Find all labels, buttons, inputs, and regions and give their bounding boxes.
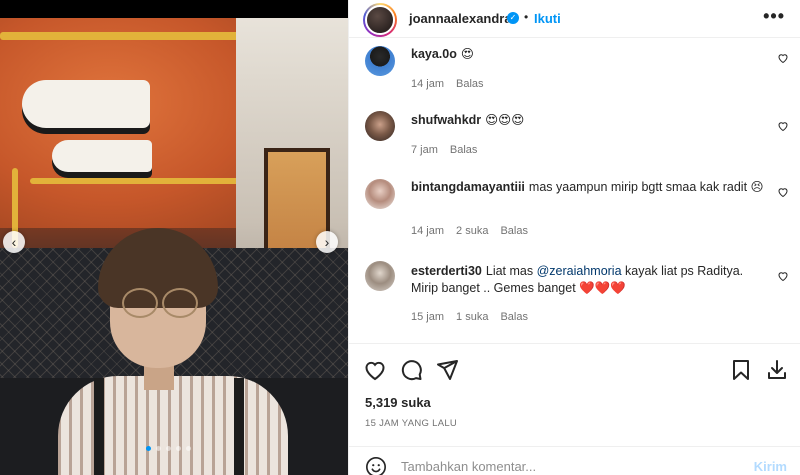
comment-time[interactable]: 7 jam bbox=[411, 144, 438, 156]
comment-text: Liat mas bbox=[485, 264, 537, 278]
comment-meta: 14 jam 2 suka Balas bbox=[411, 225, 528, 237]
share-paper-plane-icon[interactable] bbox=[435, 358, 459, 382]
emoji-smiley-icon[interactable] bbox=[365, 456, 387, 475]
comment-meta: 15 jam 1 suka Balas bbox=[411, 311, 528, 323]
like-comment-heart-icon[interactable] bbox=[777, 120, 789, 132]
carousel-dot bbox=[146, 446, 151, 451]
comment-body: bintangdamayantiii mas yaampun mirip bgtt… bbox=[411, 179, 771, 196]
person-bag-strap bbox=[94, 378, 104, 475]
comment-body: shufwahkdr 😍😍😍 bbox=[411, 112, 771, 129]
next-slide-button[interactable]: › bbox=[316, 231, 338, 253]
post-panel: joannaalexandra ✓ • Ikuti ••• kaya.0o 😍 1… bbox=[348, 0, 800, 475]
like-comment-heart-icon[interactable] bbox=[777, 270, 789, 282]
comment-username[interactable]: shufwahkdr bbox=[411, 113, 481, 127]
post-photo bbox=[0, 18, 348, 475]
post-header: joannaalexandra ✓ • Ikuti ••• bbox=[349, 0, 800, 38]
verified-badge-icon: ✓ bbox=[507, 12, 519, 24]
more-options-icon[interactable]: ••• bbox=[763, 6, 785, 27]
person-bag-strap bbox=[234, 378, 244, 475]
comment-time[interactable]: 15 jam bbox=[411, 311, 444, 323]
photo-lamp bbox=[22, 80, 150, 128]
reply-button[interactable]: Balas bbox=[450, 144, 478, 156]
like-count[interactable]: 5,319 suka bbox=[365, 395, 431, 410]
comment-avatar[interactable] bbox=[365, 111, 395, 141]
comment-avatar[interactable] bbox=[365, 46, 395, 76]
carousel-dots bbox=[146, 446, 191, 451]
comment-like-count[interactable]: 1 suka bbox=[456, 311, 488, 323]
carousel-dot bbox=[186, 446, 191, 451]
save-bookmark-icon[interactable] bbox=[729, 358, 753, 382]
like-heart-icon[interactable] bbox=[363, 358, 387, 382]
carousel-dot bbox=[156, 446, 161, 451]
comment-text: mas yaampun mirip bgtt smaa kak radit 😣 bbox=[528, 180, 764, 194]
person-shirt bbox=[58, 376, 288, 475]
comment-time[interactable]: 14 jam bbox=[411, 78, 444, 90]
header-separator: • bbox=[524, 10, 529, 24]
comment-meta: 7 jam Balas bbox=[411, 144, 477, 156]
person-glasses bbox=[116, 288, 202, 318]
previous-slide-button[interactable]: ‹ bbox=[3, 231, 25, 253]
like-comment-heart-icon[interactable] bbox=[777, 186, 789, 198]
comment-bubble-icon[interactable] bbox=[399, 358, 423, 382]
comment-body: esterderti30 Liat mas @zeraiahmoria kayak… bbox=[411, 263, 771, 297]
author-avatar[interactable] bbox=[363, 3, 397, 37]
comment-mention-link[interactable]: @zeraiahmoria bbox=[537, 264, 622, 278]
photo-person bbox=[58, 228, 288, 475]
comment-username[interactable]: kaya.0o bbox=[411, 47, 457, 61]
comment-username[interactable]: esterderti30 bbox=[411, 264, 482, 278]
photo-lamp bbox=[52, 140, 152, 172]
comment-like-count[interactable]: 2 suka bbox=[456, 225, 488, 237]
comment-avatar[interactable] bbox=[365, 179, 395, 209]
comments-list: kaya.0o 😍 14 jam Balas shufwahkdr 😍😍😍 7 ja… bbox=[349, 38, 800, 343]
comment-body: kaya.0o 😍 bbox=[411, 46, 771, 63]
comment-avatar[interactable] bbox=[365, 261, 395, 291]
instagram-post-modal: ‹ › joannaalexandra ✓ • Ikuti ••• kaya.0… bbox=[0, 0, 800, 475]
like-comment-heart-icon[interactable] bbox=[777, 52, 789, 64]
follow-button[interactable]: Ikuti bbox=[534, 11, 561, 26]
comment-text: 😍😍😍 bbox=[485, 113, 525, 127]
reply-button[interactable]: Balas bbox=[500, 311, 528, 323]
author-username[interactable]: joannaalexandra bbox=[409, 11, 512, 26]
add-comment-input[interactable] bbox=[401, 457, 731, 475]
photo-pipe bbox=[30, 178, 260, 184]
comment-text: 😍 bbox=[460, 47, 474, 61]
reply-button[interactable]: Balas bbox=[456, 78, 484, 90]
comment-meta: 14 jam Balas bbox=[411, 78, 484, 90]
post-comment-button[interactable]: Kirim bbox=[754, 459, 787, 474]
carousel-dot bbox=[166, 446, 171, 451]
post-actions bbox=[349, 343, 800, 391]
comment-composer: Kirim bbox=[349, 446, 800, 475]
carousel-dot bbox=[176, 446, 181, 451]
download-icon[interactable] bbox=[765, 358, 789, 382]
reply-button[interactable]: Balas bbox=[500, 225, 528, 237]
comment-username[interactable]: bintangdamayantiii bbox=[411, 180, 525, 194]
comment-time[interactable]: 14 jam bbox=[411, 225, 444, 237]
post-timestamp[interactable]: 15 JAM YANG LALU bbox=[365, 418, 457, 429]
post-media: ‹ › bbox=[0, 0, 348, 475]
